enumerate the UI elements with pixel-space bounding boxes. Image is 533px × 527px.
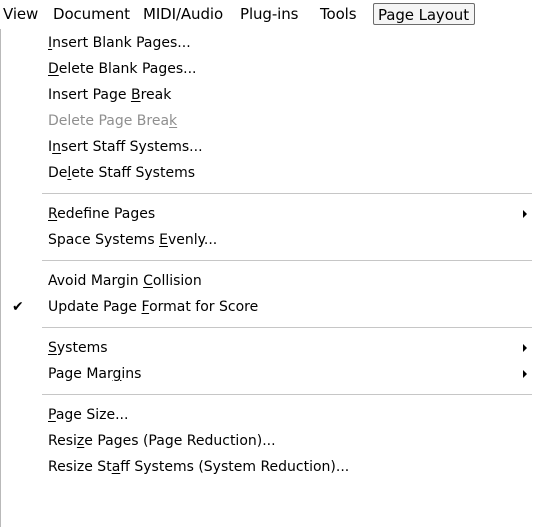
menu-separator (42, 260, 532, 261)
menu-item-label: Insert Blank Pages... (48, 35, 191, 51)
menu-midi-audio[interactable]: MIDI/Audio (143, 4, 223, 24)
menu-item-label: Page Margins (48, 366, 142, 382)
menu-item-page-size[interactable]: Page Size... (1, 402, 533, 428)
menu-item-systems[interactable]: Systems (1, 335, 533, 361)
menu-item-resize-pages[interactable]: Resize Pages (Page Reduction)... (1, 428, 533, 454)
menu-item-space-systems-evenly[interactable]: Space Systems Evenly... (1, 227, 533, 253)
menu-item-label: Space Systems Evenly... (48, 232, 218, 248)
menu-item-label: Update Page Format for Score (48, 299, 259, 315)
menu-item-insert-page-break[interactable]: Insert Page Break (1, 82, 533, 108)
menu-item-label: Resize Staff Systems (System Reduction).… (48, 459, 350, 475)
menu-separator (42, 394, 532, 395)
menu-item-label: Avoid Margin Collision (48, 273, 202, 289)
menu-item-label: Insert Staff Systems... (48, 139, 203, 155)
menu-plug-ins[interactable]: Plug-ins (240, 4, 298, 24)
menu-tools[interactable]: Tools (320, 4, 357, 24)
menu-item-page-margins[interactable]: Page Margins (1, 361, 533, 387)
menu-item-label: Page Size... (48, 407, 129, 423)
menu-item-label: Delete Blank Pages... (48, 61, 197, 77)
submenu-arrow-icon (523, 370, 527, 378)
checkmark-icon: ✔ (12, 299, 24, 315)
menu-item-redefine-pages[interactable]: Redefine Pages (1, 201, 533, 227)
submenu-arrow-icon (523, 210, 527, 218)
menu-item-resize-staff-systems[interactable]: Resize Staff Systems (System Reduction).… (1, 454, 533, 480)
menu-item-label: Delete Staff Systems (48, 165, 196, 181)
menu-bar: View Document MIDI/Audio Plug-ins Tools … (0, 0, 533, 28)
menu-item-update-page-format[interactable]: ✔ Update Page Format for Score (1, 294, 533, 320)
menu-item-insert-staff-systems[interactable]: Insert Staff Systems... (1, 134, 533, 160)
menu-item-avoid-margin-collision[interactable]: Avoid Margin Collision (1, 268, 533, 294)
menu-item-insert-blank-pages[interactable]: Insert Blank Pages... (1, 30, 533, 56)
menu-item-label: Redefine Pages (48, 206, 156, 222)
menu-view[interactable]: View (3, 4, 38, 24)
menu-item-label: Resize Pages (Page Reduction)... (48, 433, 276, 449)
menu-item-label: Systems (48, 340, 108, 356)
page-layout-dropdown: Insert Blank Pages... Delete Blank Pages… (0, 29, 533, 527)
menu-item-delete-page-break: Delete Page Break (1, 108, 533, 134)
menu-item-delete-blank-pages[interactable]: Delete Blank Pages... (1, 56, 533, 82)
menu-item-label: Insert Page Break (48, 87, 172, 103)
menu-item-label: Delete Page Break (48, 113, 178, 129)
menu-separator (42, 193, 532, 194)
menu-item-delete-staff-systems[interactable]: Delete Staff Systems (1, 160, 533, 186)
menu-page-layout[interactable]: Page Layout (373, 3, 475, 25)
menu-separator (42, 327, 532, 328)
menu-document[interactable]: Document (53, 4, 130, 24)
submenu-arrow-icon (523, 344, 527, 352)
